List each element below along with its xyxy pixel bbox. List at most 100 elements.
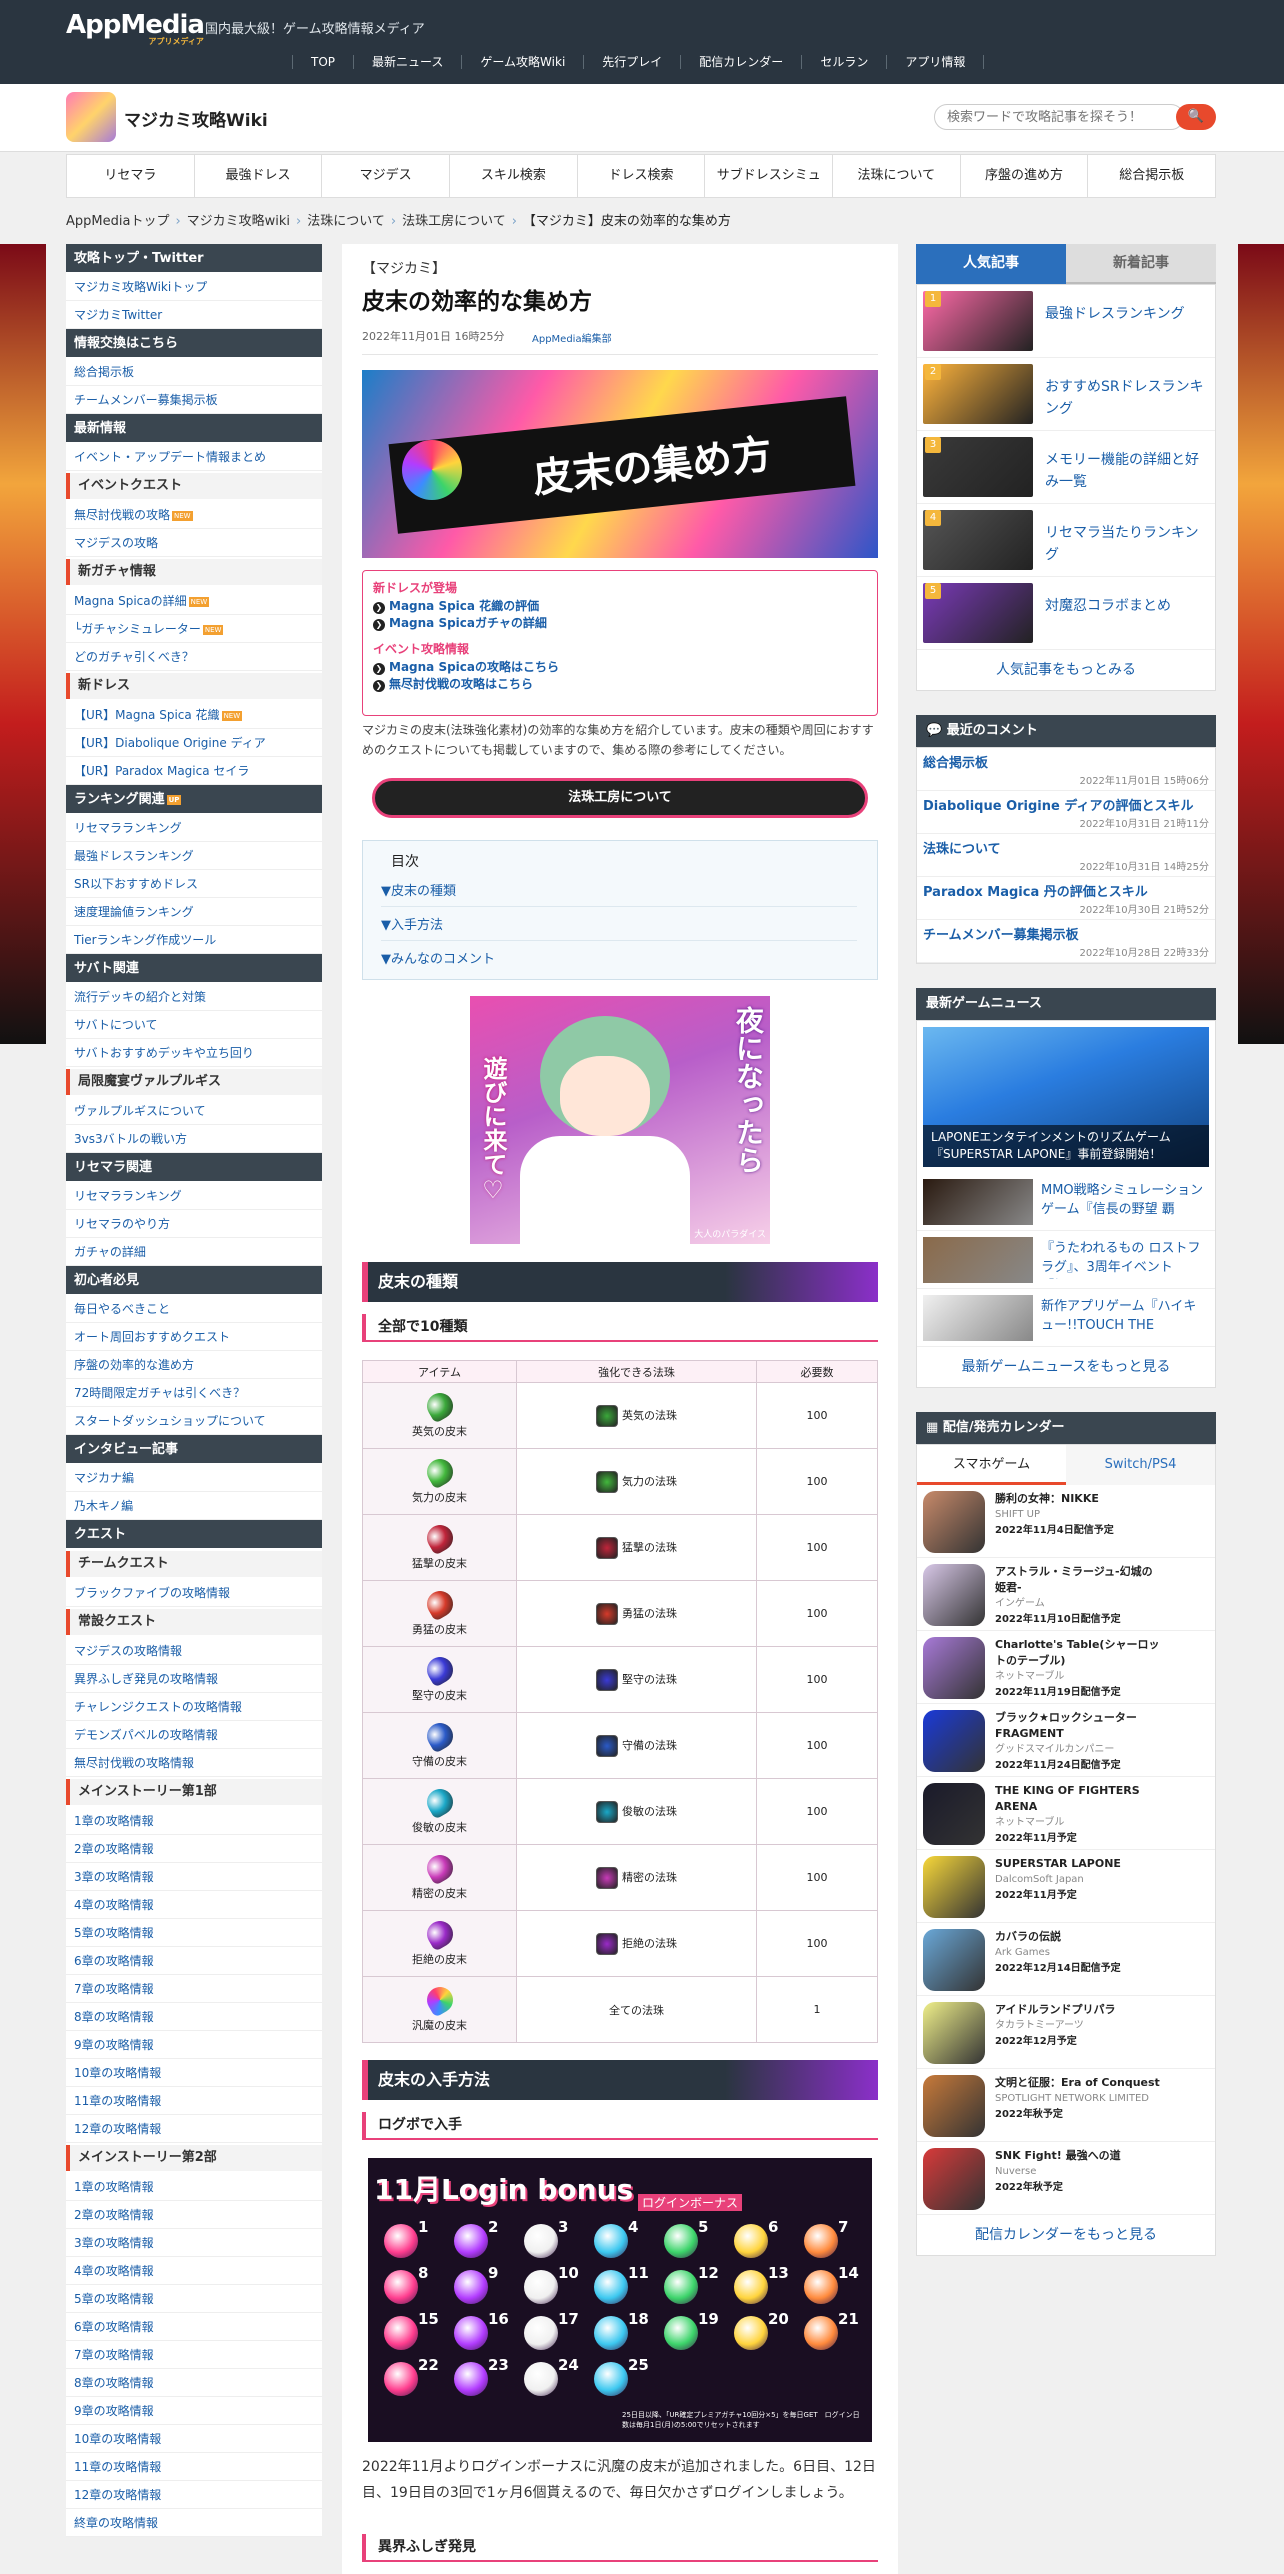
news-item[interactable]: MMO戦略シミュレーションゲーム『信長の野望 覇道』… [917, 1173, 1215, 1231]
comment-item[interactable]: 法珠について 2022年10月31日 14時25分 [917, 834, 1215, 877]
sidebar-link[interactable]: ブラックファイブの攻略情報 [66, 1579, 322, 1607]
site-icon[interactable] [66, 92, 116, 142]
sidebar-link[interactable]: 3章の攻略情報 [66, 2229, 322, 2257]
sidebar-link[interactable]: 【UR】Paradox Magica セイラ [66, 757, 322, 785]
sidebar-link[interactable]: 11章の攻略情報 [66, 2453, 322, 2481]
sidebar-link[interactable]: マジカナ編 [66, 1464, 322, 1492]
sidebar-link[interactable]: マジカミTwitter [66, 301, 322, 329]
nav-item[interactable]: 配信カレンダー [680, 55, 801, 69]
sidebar-link[interactable]: チームメンバー募集掲示板 [66, 386, 322, 414]
category-item[interactable]: ドレス検索 [578, 155, 706, 197]
sidebar-link[interactable]: 9章の攻略情報 [66, 2031, 322, 2059]
sidebar-link[interactable]: サバトおすすめデッキや立ち回り [66, 1039, 322, 1067]
nav-item[interactable]: セルラン [801, 55, 886, 69]
sidebar-link[interactable]: 5章の攻略情報 [66, 1919, 322, 1947]
popular-item[interactable]: 2 おすすめSRドレスランキング [917, 358, 1215, 431]
category-item[interactable]: 総合掲示板 [1088, 155, 1215, 197]
sidebar-link[interactable]: オート周回おすすめクエスト [66, 1323, 322, 1351]
sidebar-link[interactable]: 4章の攻略情報 [66, 1891, 322, 1919]
game-item[interactable]: ブラック★ロックシューター FRAGMENT グッドスマイルカンパニー 2022年1… [917, 1704, 1215, 1777]
sidebar-link[interactable]: 乃木キノ編 [66, 1492, 322, 1520]
comment-item[interactable]: チームメンバー募集掲示板 2022年10月28日 22時33分 [917, 920, 1215, 963]
sidebar-link[interactable]: 1章の攻略情報 [66, 1807, 322, 1835]
game-item[interactable]: Charlotte's Table(シャーロットのテーブル) ネットマーブル 202… [917, 1631, 1215, 1704]
sidebar-link[interactable]: サバトについて [66, 1011, 322, 1039]
sidebar-link[interactable]: マジカミ攻略Wikiトップ [66, 273, 322, 301]
news-item[interactable]: 『うたわれるもの ロストフラグ』、3周年イベント「摂… [917, 1231, 1215, 1289]
nav-item[interactable]: 先行プレイ [583, 55, 680, 69]
game-item[interactable]: カバラの伝説 Ark Games 2022年12月14日配信予定 [917, 1923, 1215, 1996]
author-link[interactable]: AppMedia編集部 [532, 330, 612, 345]
sidebar-link[interactable]: リセマラのやり方 [66, 1210, 322, 1238]
breadcrumb-link[interactable]: AppMediaトップ [66, 214, 169, 229]
appmedia-logo[interactable]: AppMedia アプリメディア [66, 10, 205, 47]
toc-item[interactable]: ▼みんなのコメント [381, 945, 857, 975]
sidebar-link[interactable]: 1章の攻略情報 [66, 2173, 322, 2201]
sidebar-link[interactable]: ガチャの詳細 [66, 1238, 322, 1266]
sidebar-link[interactable]: 4章の攻略情報 [66, 2257, 322, 2285]
game-item[interactable]: THE KING OF FIGHTERS ARENA ネットマーブル 2022年11… [917, 1777, 1215, 1850]
sidebar-link[interactable]: 3章の攻略情報 [66, 1863, 322, 1891]
law-workshop-button[interactable]: 法珠工房について [372, 778, 868, 818]
sidebar-link[interactable]: 2章の攻略情報 [66, 1835, 322, 1863]
sidebar-link[interactable]: 12章の攻略情報 [66, 2481, 322, 2509]
game-item[interactable]: SNK Fight! 最強への道 Nuverse 2022年秋予定 [917, 2142, 1215, 2215]
game-item[interactable]: アイドルランドプリパラ タカラトミーアーツ 2022年12月予定 [917, 1996, 1215, 2069]
tab-switch-ps4[interactable]: Switch/PS4 [1066, 1445, 1215, 1485]
sidebar-link[interactable]: 72時間限定ガチャは引くべき？ [66, 1379, 322, 1407]
left-side-ad[interactable] [0, 244, 46, 1044]
category-item[interactable]: スキル検索 [450, 155, 578, 197]
sidebar-link[interactable]: 11章の攻略情報 [66, 2087, 322, 2115]
info-link[interactable]: Magna Spica 花織の評価 [373, 598, 867, 615]
sidebar-link[interactable]: 【UR】Magna Spica 花織 NEW [66, 701, 322, 729]
comment-item[interactable]: Diabolique Origine ディアの評価とスキル 2022年10月31日… [917, 791, 1215, 834]
sidebar-link[interactable]: マジデスの攻略 [66, 529, 322, 557]
news-more-link[interactable]: 最新ゲームニュースをもっと見る [917, 1347, 1215, 1387]
game-item[interactable]: 勝利の女神：NIKKE SHIFT UP 2022年11月4日配信予定 [917, 1485, 1215, 1558]
tab-new[interactable]: 新着記事 [1066, 244, 1216, 284]
popular-item[interactable]: 4 リセマラ当たりランキング [917, 504, 1215, 577]
sidebar-link[interactable]: イベント・アップデート情報まとめ [66, 443, 322, 471]
category-item[interactable]: 最強ドレス [195, 155, 323, 197]
sidebar-link[interactable]: 2章の攻略情報 [66, 2201, 322, 2229]
popular-item[interactable]: 3 メモリー機能の詳細と好み一覧 [917, 431, 1215, 504]
sidebar-link[interactable]: 最強ドレスランキング [66, 842, 322, 870]
ad-banner[interactable]: 夜になったら 遊びに来て♡ 大人のパラダイス [470, 996, 770, 1244]
game-item[interactable]: 文明と征服：Era of Conquest SPOTLIGHT NETWORK L… [917, 2069, 1215, 2142]
sidebar-link[interactable]: 10章の攻略情報 [66, 2059, 322, 2087]
news-item[interactable]: 新作アプリゲーム『ハイキュー!!TOUCH THE DREAM』… [917, 1289, 1215, 1347]
category-item[interactable]: 法珠について [833, 155, 961, 197]
category-item[interactable]: マジデス [322, 155, 451, 197]
sidebar-link[interactable]: 9章の攻略情報 [66, 2397, 322, 2425]
search-input[interactable] [934, 104, 1184, 130]
sidebar-link[interactable]: 5章の攻略情報 [66, 2285, 322, 2313]
sidebar-link[interactable]: └ガチャシミュレーター NEW [66, 615, 322, 643]
news-feature[interactable]: LAPONEエンタテインメントのリズムゲーム『SUPERSTAR LAPONE』… [923, 1027, 1209, 1167]
sidebar-link[interactable]: スタートダッシュショップについて [66, 1407, 322, 1435]
tab-smartphone[interactable]: スマホゲーム [917, 1445, 1066, 1485]
sidebar-link[interactable]: 8章の攻略情報 [66, 2003, 322, 2031]
sidebar-link[interactable]: 6章の攻略情報 [66, 1947, 322, 1975]
sidebar-link[interactable]: Magna Spicaの詳細 NEW [66, 587, 322, 615]
sidebar-link[interactable]: リセマラランキング [66, 814, 322, 842]
breadcrumb-link[interactable]: 法珠工房について [402, 214, 506, 229]
sidebar-link[interactable]: チャレンジクエストの攻略情報 [66, 1693, 322, 1721]
category-item[interactable]: 序盤の進め方 [961, 155, 1089, 197]
sidebar-link[interactable]: 異界ふしぎ発見の攻略情報 [66, 1665, 322, 1693]
popular-item[interactable]: 5 対魔忍コラボまとめ [917, 577, 1215, 650]
popular-item[interactable]: 1 最強ドレスランキング [917, 285, 1215, 358]
category-item[interactable]: サブドレスシミュ [705, 155, 834, 197]
sidebar-link[interactable]: 毎日やるべきこと [66, 1295, 322, 1323]
sidebar-link[interactable]: ヴァルプルギスについて [66, 1097, 322, 1125]
sidebar-link[interactable]: 8章の攻略情報 [66, 2369, 322, 2397]
tab-popular[interactable]: 人気記事 [916, 244, 1066, 284]
sidebar-link[interactable]: SR以下おすすめドレス [66, 870, 322, 898]
info-link[interactable]: Magna Spicaの攻略はこちら [373, 659, 867, 676]
game-item[interactable]: SUPERSTAR LAPONE DalcomSoft Japan 2022年11月… [917, 1850, 1215, 1923]
nav-item[interactable]: アプリ情報 [886, 55, 985, 69]
sidebar-link[interactable]: 流行デッキの紹介と対策 [66, 983, 322, 1011]
sidebar-link[interactable]: 7章の攻略情報 [66, 1975, 322, 2003]
breadcrumb-link[interactable]: 法珠について [307, 214, 385, 229]
nav-item[interactable]: ゲーム攻略Wiki [461, 55, 583, 69]
nav-item[interactable]: 最新ニュース [353, 55, 461, 69]
